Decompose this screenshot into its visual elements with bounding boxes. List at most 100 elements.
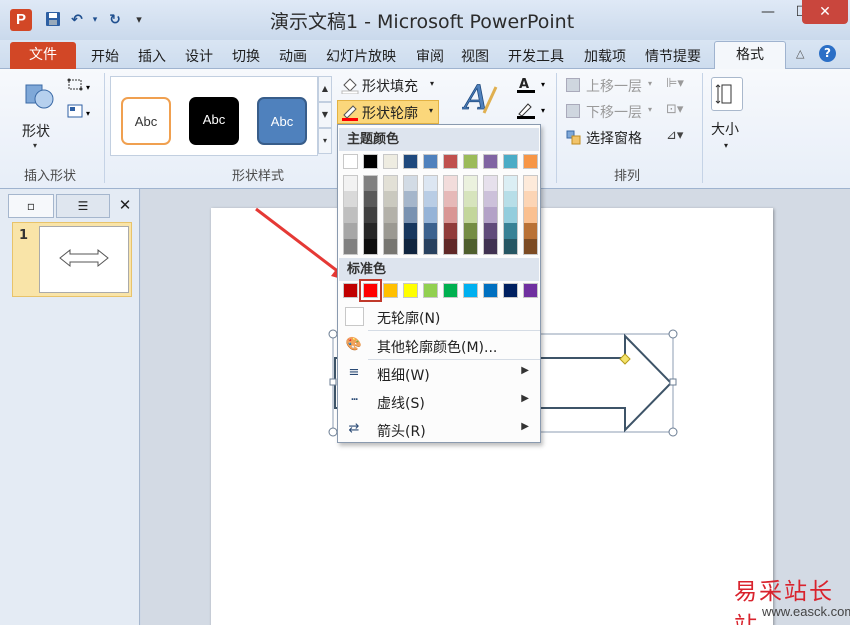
theme-color-shade-swatch[interactable] <box>503 207 518 223</box>
shape-outline-button[interactable]: 形状轮廓 ▾ <box>337 100 439 124</box>
theme-color-shade-swatch[interactable] <box>523 175 538 191</box>
standard-color-swatch[interactable] <box>443 283 458 298</box>
size-dropdown-icon[interactable]: ▾ <box>724 141 728 150</box>
shape-style-blue-fill[interactable]: Abc <box>257 97 307 145</box>
wordart-quick-styles-icon[interactable]: A <box>461 77 502 118</box>
slide-thumbnail[interactable] <box>39 226 129 293</box>
standard-color-swatch[interactable] <box>463 283 478 298</box>
theme-color-shade-swatch[interactable] <box>523 223 538 239</box>
theme-color-swatch[interactable] <box>483 154 498 169</box>
save-icon[interactable] <box>44 11 62 29</box>
customize-qat-icon[interactable]: ▾ <box>130 11 148 29</box>
tab-slideshow[interactable]: 幻灯片放映 <box>326 46 396 66</box>
theme-color-shade-swatch[interactable] <box>363 191 378 207</box>
theme-color-shade-swatch[interactable] <box>463 239 478 255</box>
theme-color-shade-swatch[interactable] <box>363 207 378 223</box>
weight-item[interactable]: ≡ 粗细(W) ▶ <box>339 360 539 387</box>
theme-color-shade-swatch[interactable] <box>343 223 358 239</box>
tab-slides-icon[interactable]: ▫ <box>8 194 54 218</box>
edit-shape-icon[interactable]: ▾ <box>67 77 93 95</box>
theme-color-shade-swatch[interactable] <box>363 175 378 191</box>
standard-color-swatch[interactable] <box>343 283 358 298</box>
theme-color-shade-swatch[interactable] <box>383 191 398 207</box>
theme-color-shade-swatch[interactable] <box>383 239 398 255</box>
theme-color-shade-swatch[interactable] <box>463 207 478 223</box>
size-icon[interactable] <box>711 77 743 111</box>
dashes-item[interactable]: ┅ 虚线(S) ▶ <box>339 388 539 415</box>
tab-insert[interactable]: 插入 <box>138 46 166 66</box>
theme-color-swatch[interactable] <box>463 154 478 169</box>
theme-color-swatch[interactable] <box>403 154 418 169</box>
theme-color-swatch[interactable] <box>443 154 458 169</box>
panel-close-icon[interactable]: ✕ <box>114 194 136 218</box>
theme-color-shade-swatch[interactable] <box>343 175 358 191</box>
theme-color-shade-swatch[interactable] <box>503 175 518 191</box>
theme-color-shade-swatch[interactable] <box>403 239 418 255</box>
tab-developer[interactable]: 开发工具 <box>508 46 564 66</box>
standard-color-swatch[interactable] <box>383 283 398 298</box>
theme-color-shade-swatch[interactable] <box>483 239 498 255</box>
tab-animations[interactable]: 动画 <box>279 46 307 66</box>
undo-dropdown-icon[interactable]: ▾ <box>86 11 104 29</box>
standard-color-swatch[interactable] <box>483 283 498 298</box>
theme-color-shade-swatch[interactable] <box>443 191 458 207</box>
tab-transitions[interactable]: 切换 <box>232 46 260 66</box>
gallery-more-icon[interactable]: ▾ <box>318 128 332 154</box>
theme-color-shade-swatch[interactable] <box>463 191 478 207</box>
tab-view[interactable]: 视图 <box>461 46 489 66</box>
theme-color-shade-swatch[interactable] <box>523 191 538 207</box>
theme-color-swatch[interactable] <box>363 154 378 169</box>
no-outline-item[interactable]: 无轮廓(N) <box>339 303 539 330</box>
theme-color-shade-swatch[interactable] <box>503 223 518 239</box>
theme-color-shade-swatch[interactable] <box>383 223 398 239</box>
theme-color-swatch[interactable] <box>383 154 398 169</box>
theme-color-shade-swatch[interactable] <box>403 191 418 207</box>
standard-color-swatch[interactable] <box>503 283 518 298</box>
shape-style-gallery[interactable]: Abc Abc Abc <box>110 76 318 156</box>
theme-color-swatch[interactable] <box>503 154 518 169</box>
close-button[interactable]: ✕ <box>802 0 848 24</box>
theme-color-shade-swatch[interactable] <box>403 207 418 223</box>
slide-thumbnail-selected[interactable]: 1 <box>12 222 132 297</box>
redo-icon[interactable]: ↻ <box>106 11 124 29</box>
theme-color-shade-swatch[interactable] <box>363 223 378 239</box>
text-outline-icon[interactable]: ▾ <box>516 101 550 121</box>
size-button-label[interactable]: 大小 <box>711 119 739 139</box>
tab-design[interactable]: 设计 <box>185 46 213 66</box>
theme-color-shade-swatch[interactable] <box>343 207 358 223</box>
shapes-button-label[interactable]: 形状 <box>22 121 50 141</box>
minimize-button[interactable]: — <box>751 0 785 24</box>
standard-color-red-selected[interactable] <box>359 279 382 302</box>
standard-color-swatch[interactable] <box>423 283 438 298</box>
theme-color-shade-swatch[interactable] <box>443 207 458 223</box>
tab-storyboard[interactable]: 情节提要 <box>645 46 701 66</box>
theme-color-shade-swatch[interactable] <box>443 239 458 255</box>
theme-color-shade-swatch[interactable] <box>403 175 418 191</box>
theme-color-swatch[interactable] <box>523 154 538 169</box>
theme-color-shade-swatch[interactable] <box>403 223 418 239</box>
theme-color-shade-swatch[interactable] <box>483 191 498 207</box>
rotate-icon[interactable]: ⊿▾ <box>666 128 696 146</box>
theme-color-shade-swatch[interactable] <box>423 239 438 255</box>
standard-color-swatch[interactable] <box>523 283 538 298</box>
theme-color-shade-swatch[interactable] <box>363 239 378 255</box>
theme-color-shade-swatch[interactable] <box>483 175 498 191</box>
theme-color-shade-swatch[interactable] <box>483 207 498 223</box>
tab-file[interactable]: 文件 <box>10 42 76 69</box>
tab-addins[interactable]: 加载项 <box>584 46 626 66</box>
text-fill-icon[interactable]: A ▾ <box>516 75 550 95</box>
theme-color-shade-swatch[interactable] <box>423 175 438 191</box>
tab-outline-icon[interactable]: ☰ <box>56 194 110 218</box>
undo-icon[interactable]: ↶ <box>68 11 86 29</box>
theme-color-shade-swatch[interactable] <box>483 223 498 239</box>
theme-color-shade-swatch[interactable] <box>343 191 358 207</box>
help-icon[interactable]: ? <box>819 45 836 62</box>
selection-pane-button[interactable]: 选择窗格 <box>566 128 656 148</box>
text-box-icon[interactable]: ▾ <box>67 103 93 121</box>
theme-color-swatch[interactable] <box>343 154 358 169</box>
theme-color-swatch[interactable] <box>423 154 438 169</box>
theme-color-shade-swatch[interactable] <box>443 175 458 191</box>
theme-color-shade-swatch[interactable] <box>463 223 478 239</box>
theme-color-shade-swatch[interactable] <box>503 191 518 207</box>
shapes-icon[interactable] <box>22 79 56 113</box>
